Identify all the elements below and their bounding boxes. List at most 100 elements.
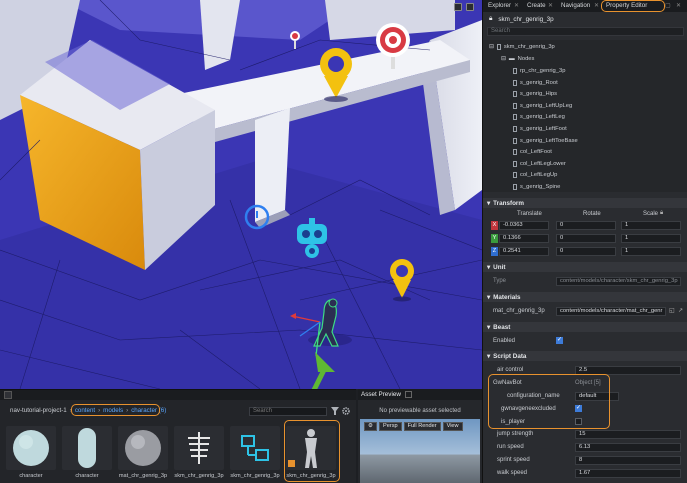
tree-node[interactable]: s_genrig_LeftToeBase xyxy=(513,137,578,144)
translate-y-field[interactable]: 0.1366 xyxy=(499,234,549,243)
tree-node-label: col_LeftLegUp xyxy=(520,172,558,179)
render-mode-button[interactable]: Full Render xyxy=(403,422,441,431)
tree-node-label: s_genrig_LeftToeBase xyxy=(520,137,578,144)
walk-speed-field[interactable]: 1.67 xyxy=(575,469,681,478)
material-name: mat_chr_genrig_3p xyxy=(493,308,545,314)
sprint-speed-field[interactable]: 8 xyxy=(575,456,681,465)
asset-tile-character-capsule[interactable]: character xyxy=(60,426,114,483)
no-preview-message: No previewable asset selected xyxy=(379,408,461,414)
asset-tile-unit[interactable]: skm_chr_genrig_3p xyxy=(228,426,282,483)
tab-explorer[interactable]: Explorer xyxy=(488,2,511,9)
section-materials[interactable]: ▾ Materials xyxy=(483,292,687,302)
asset-label: mat_chr_genrig_3p xyxy=(118,473,168,479)
node-icon xyxy=(513,137,517,144)
tree-node[interactable]: s_genrig_Hips xyxy=(513,91,558,98)
rotate-y-field[interactable]: 0 xyxy=(556,234,616,243)
asset-label: character xyxy=(75,473,99,479)
lock-icon[interactable]: 🔒︎ xyxy=(489,15,492,23)
tree-node-label: s_genrig_Hips xyxy=(520,91,558,98)
level-viewport[interactable] xyxy=(0,0,482,389)
panel-menu-icon[interactable]: ▢ xyxy=(665,2,671,9)
open-external-icon[interactable]: ↗ xyxy=(678,307,683,314)
tree-node[interactable]: s_genrig_LeftLeg xyxy=(513,114,565,121)
rotate-z-field[interactable]: 0 xyxy=(556,247,616,256)
project-name[interactable]: nav-tutorial-project-1 xyxy=(10,407,67,414)
tab-create[interactable]: Create xyxy=(527,2,546,9)
section-unit[interactable]: ▾ Unit xyxy=(483,262,687,272)
section-script-data[interactable]: ▾ Script Data xyxy=(483,351,687,361)
asset-tile-skeleton[interactable]: skm_chr_genrig_3p xyxy=(172,426,226,483)
section-beast[interactable]: ▾ Beast xyxy=(483,322,687,332)
run-speed-field[interactable]: 6.13 xyxy=(575,443,681,452)
node-icon xyxy=(513,172,517,179)
entity-name: skm_chr_genrig_3p xyxy=(498,15,554,23)
filter-icon[interactable] xyxy=(331,407,339,415)
section-transform[interactable]: ▾ Transform xyxy=(483,198,687,208)
close-icon[interactable]: ✕ xyxy=(514,2,519,9)
scale-x-field[interactable]: 1 xyxy=(621,221,681,230)
scale-header: Scale xyxy=(643,211,659,217)
unit-type-field: content/models/character/skm_chr_genrig_… xyxy=(556,277,681,286)
preview-toolbar: ⚙ Persp Full Render View xyxy=(364,422,463,431)
beast-enabled-label: Enabled xyxy=(493,338,516,344)
material-sphere-thumbnail xyxy=(118,426,168,470)
beast-enabled-checkbox[interactable] xyxy=(556,336,563,344)
close-icon[interactable] xyxy=(404,391,412,398)
axis-x: X xyxy=(491,221,498,230)
tree-nodes-folder[interactable]: ⊟ ▬ Nodes xyxy=(501,56,534,62)
gear-icon[interactable] xyxy=(342,407,350,415)
tree-node-label: rp_chr_genrig_3p xyxy=(520,68,566,74)
material-path-field[interactable]: content/models/character/mat_chr_genr xyxy=(556,307,666,316)
translate-z-field[interactable]: 0.2541 xyxy=(499,247,549,256)
browse-icon[interactable]: ◱ xyxy=(669,307,675,314)
tree-root[interactable]: ⊟ skm_chr_genrig_3p xyxy=(489,44,555,50)
tree-node[interactable]: col_LeftFoot xyxy=(513,149,552,156)
viewport-menu-icon[interactable] xyxy=(466,3,474,11)
collapse-icon[interactable]: ⊟ xyxy=(489,44,494,50)
tree-node[interactable]: col_LeftLegUp xyxy=(513,172,558,179)
tree-node-label: col_LeftLegLower xyxy=(520,160,566,167)
rotate-x-field[interactable]: 0 xyxy=(556,221,616,230)
preview-settings-icon[interactable]: ⚙ xyxy=(364,422,378,431)
asset-tile-character-sphere[interactable]: character xyxy=(4,426,58,483)
viewport-maximize-icon[interactable] xyxy=(454,3,462,11)
asset-label: skm_chr_genrig_3p xyxy=(230,473,280,479)
node-icon xyxy=(513,91,517,98)
view-button[interactable]: View xyxy=(442,422,463,431)
close-icon[interactable]: ✕ xyxy=(594,2,599,9)
tab-highlight xyxy=(601,0,665,12)
scene-render xyxy=(0,0,482,389)
translate-header: Translate xyxy=(517,211,542,217)
skeleton-thumbnail xyxy=(174,426,224,470)
asset-preview-title[interactable]: Asset Preview xyxy=(361,391,401,398)
node-icon xyxy=(513,68,517,74)
tree-node[interactable]: col_LeftLegLower xyxy=(513,160,566,167)
axis-y: Y xyxy=(491,234,498,243)
node-icon xyxy=(513,160,517,167)
tab-navigation[interactable]: Navigation xyxy=(561,2,590,9)
tree-node[interactable]: s_genrig_Root xyxy=(513,79,558,86)
air-control-label: air control xyxy=(497,367,524,373)
capsule-thumbnail xyxy=(62,426,112,470)
asset-search-input[interactable]: Search xyxy=(249,407,327,416)
asset-tile-material[interactable]: mat_chr_genrig_3p xyxy=(116,426,170,483)
tree-node[interactable]: rp_chr_genrig_3p xyxy=(513,68,565,74)
sphere-thumbnail xyxy=(6,426,56,470)
translate-x-field[interactable]: -0.0363 xyxy=(499,221,549,230)
scale-y-field[interactable]: 1 xyxy=(621,234,681,243)
node-icon xyxy=(513,102,517,109)
jump-strength-field[interactable]: 15 xyxy=(575,430,681,439)
persp-button[interactable]: Persp xyxy=(379,422,402,431)
scale-lock-icon[interactable]: 🔒︎ xyxy=(660,210,663,217)
close-icon[interactable]: ✕ xyxy=(676,2,681,9)
tree-node-label: s_genrig_Spine xyxy=(520,184,561,190)
close-icon[interactable]: ✕ xyxy=(548,2,553,9)
tree-node[interactable]: s_genrig_Spine xyxy=(513,184,560,190)
tree-node[interactable]: s_genrig_LeftUpLeg xyxy=(513,102,572,109)
collapse-icon[interactable]: ⊟ xyxy=(501,56,506,62)
tree-node[interactable]: s_genrig_LeftFoot xyxy=(513,126,567,132)
scale-z-field[interactable]: 1 xyxy=(621,247,681,256)
chevron-down-icon: ▾ xyxy=(487,263,491,271)
close-icon[interactable] xyxy=(4,391,12,399)
property-search-input[interactable]: Search xyxy=(487,27,684,36)
